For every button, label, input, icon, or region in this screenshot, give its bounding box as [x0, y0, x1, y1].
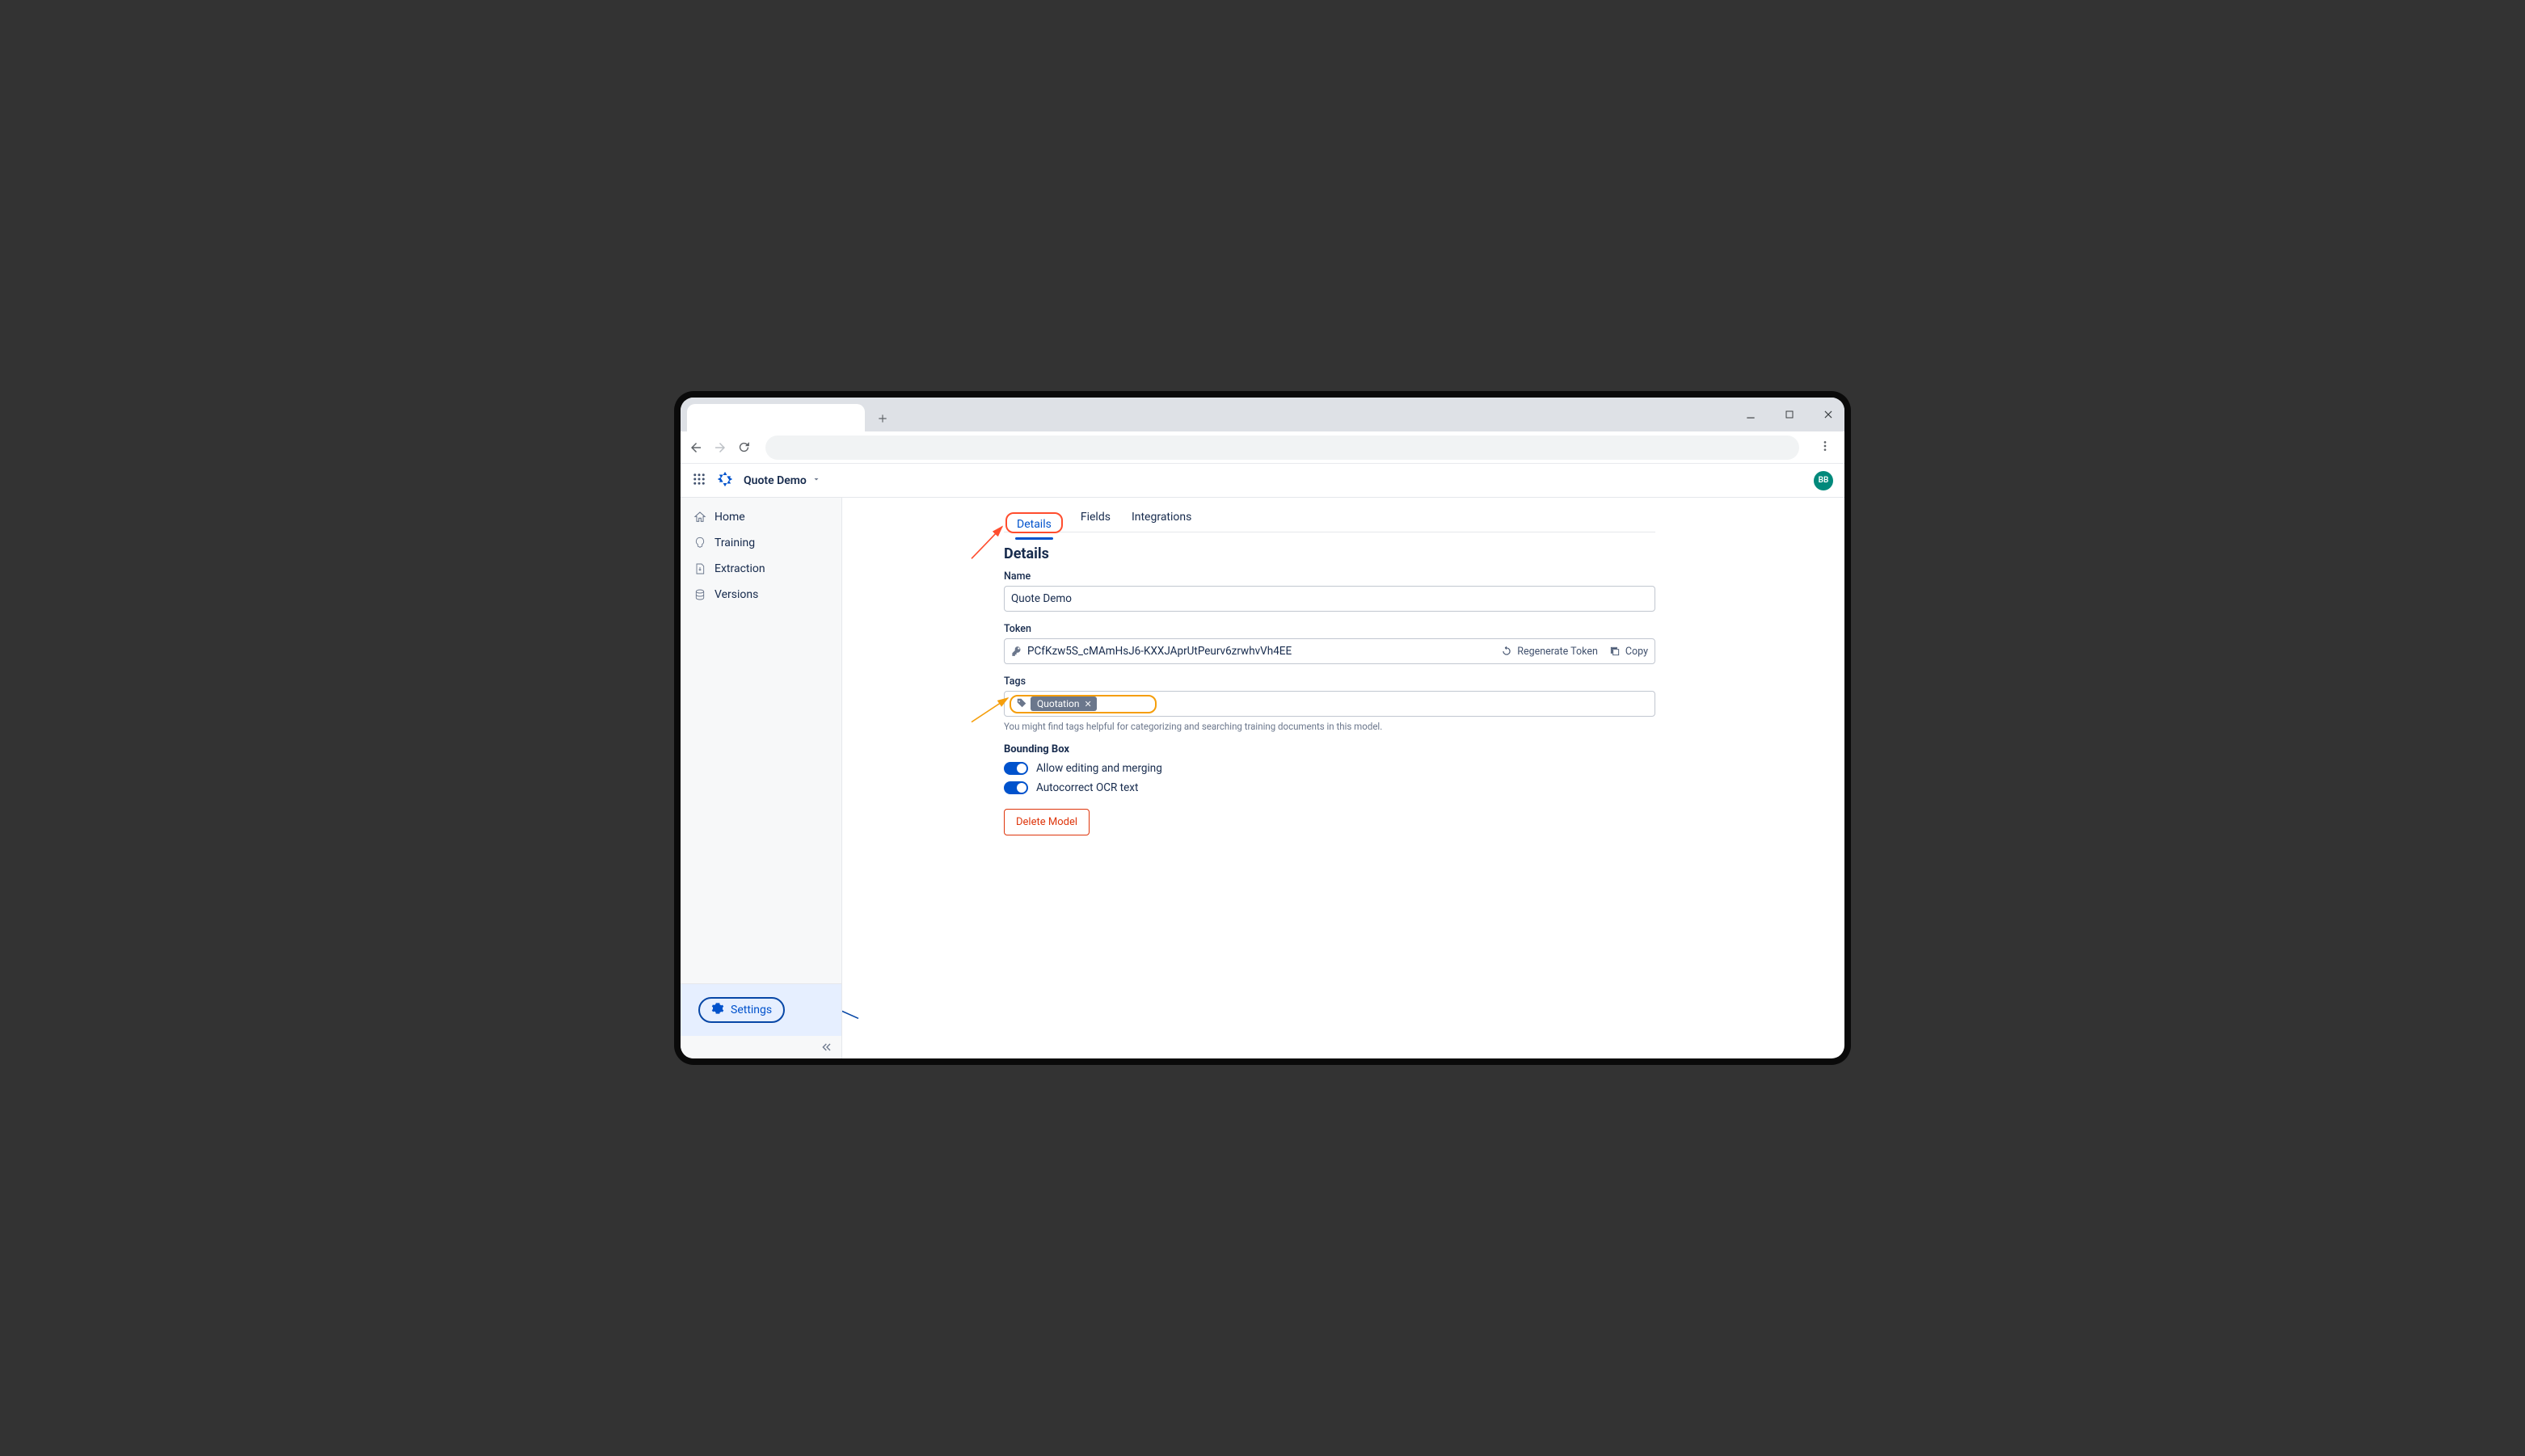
- versions-icon: [693, 588, 706, 601]
- key-icon: [1011, 646, 1022, 657]
- browser-navbar: [681, 431, 1844, 464]
- copy-icon: [1609, 646, 1621, 657]
- field-token: Token Regenerate Token: [1004, 623, 1655, 664]
- regenerate-token-label: Regenerate Token: [1517, 646, 1598, 658]
- window-minimize-button[interactable]: [1741, 409, 1760, 420]
- token-label: Token: [1004, 623, 1655, 635]
- nav-reload-button[interactable]: [737, 440, 751, 454]
- field-name: Name: [1004, 570, 1655, 612]
- field-tags: Tags Quotation ✕ Y: [1004, 675, 1655, 732]
- name-input[interactable]: [1011, 592, 1648, 605]
- browser-window: Quote Demo BB Home Training: [681, 398, 1844, 1058]
- sidebar-item-settings[interactable]: Settings: [681, 984, 841, 1036]
- copy-token-label: Copy: [1625, 646, 1648, 658]
- sidebar-nav: Home Training Extraction: [681, 498, 841, 614]
- browser-menu-button[interactable]: [1814, 440, 1836, 456]
- app-header: Quote Demo BB: [681, 464, 1844, 498]
- apps-grid-icon: [692, 472, 706, 486]
- tag-icon: [1013, 696, 1031, 712]
- nav-back-button[interactable]: [689, 440, 703, 455]
- reload-icon: [737, 440, 751, 454]
- arrow-left-icon: [689, 440, 703, 455]
- settings-highlight: Settings: [698, 997, 785, 1023]
- minimize-icon: [1745, 409, 1756, 420]
- token-input-wrap: Regenerate Token Copy: [1004, 638, 1655, 664]
- window-maximize-button[interactable]: [1780, 410, 1799, 419]
- collapse-icon: [820, 1041, 833, 1054]
- sidebar-item-home[interactable]: Home: [681, 504, 841, 530]
- project-switcher[interactable]: Quote Demo: [744, 474, 821, 487]
- chevron-down-icon: [811, 474, 821, 487]
- nav-forward-button[interactable]: [713, 440, 727, 455]
- app-switcher-button[interactable]: [692, 472, 706, 490]
- gear-icon: [711, 1002, 724, 1018]
- toggle-autocorrect-ocr-label: Autocorrect OCR text: [1036, 781, 1138, 794]
- toggle-ocr-row: Autocorrect OCR text: [1004, 781, 1655, 794]
- close-icon: [1823, 409, 1834, 420]
- tab-fields[interactable]: Fields: [1077, 503, 1114, 532]
- avatar[interactable]: BB: [1814, 471, 1833, 490]
- bounding-box-heading: Bounding Box: [1004, 743, 1655, 755]
- sidebar-item-label: Home: [715, 511, 745, 524]
- sidebar-item-label: Training: [715, 537, 755, 549]
- token-actions: Regenerate Token Copy: [1501, 646, 1648, 658]
- sidebar-item-training[interactable]: Training: [681, 530, 841, 556]
- tags-help-text: You might find tags helpful for categori…: [1004, 721, 1655, 732]
- tags-input-wrap[interactable]: Quotation ✕: [1004, 691, 1655, 717]
- training-icon: [693, 537, 706, 549]
- sidebar-collapse-button[interactable]: [681, 1036, 841, 1058]
- plus-icon: [877, 413, 888, 424]
- delete-model-button[interactable]: Delete Model: [1004, 809, 1090, 835]
- project-name: Quote Demo: [744, 474, 807, 487]
- new-tab-button[interactable]: [871, 407, 894, 430]
- arrow-right-icon: [713, 440, 727, 455]
- extraction-icon: [693, 562, 706, 575]
- refresh-icon: [1501, 646, 1512, 657]
- toggle-edit-row: Allow editing and merging: [1004, 762, 1655, 775]
- tab-details-label: Details: [1014, 510, 1055, 539]
- regenerate-token-button[interactable]: Regenerate Token: [1501, 646, 1598, 658]
- sidebar: Home Training Extraction: [681, 498, 842, 1058]
- tag-chip-label: Quotation: [1037, 698, 1079, 709]
- home-icon: [693, 511, 706, 524]
- tags-label: Tags: [1004, 675, 1655, 688]
- sidebar-item-label: Extraction: [715, 562, 765, 575]
- brand-logo[interactable]: [716, 470, 734, 491]
- toggle-autocorrect-ocr[interactable]: [1004, 781, 1028, 794]
- browser-tabstrip: [681, 398, 1844, 431]
- window-close-button[interactable]: [1819, 409, 1838, 420]
- window-controls: [1741, 398, 1838, 431]
- token-input[interactable]: [1027, 645, 1501, 658]
- kebab-icon: [1819, 440, 1832, 452]
- sidebar-item-versions[interactable]: Versions: [681, 582, 841, 608]
- settings-tabs: Details Fields Integrations: [1004, 503, 1655, 532]
- aperture-icon: [716, 470, 734, 488]
- sidebar-item-extraction[interactable]: Extraction: [681, 556, 841, 582]
- tag-chip[interactable]: Quotation ✕: [1031, 696, 1097, 711]
- name-input-wrap[interactable]: [1004, 586, 1655, 612]
- app-body: Home Training Extraction: [681, 498, 1844, 1058]
- tab-details[interactable]: Details: [1005, 512, 1063, 533]
- browser-tab[interactable]: [687, 404, 865, 431]
- copy-token-button[interactable]: Copy: [1609, 646, 1648, 658]
- sidebar-settings-label: Settings: [731, 1004, 772, 1016]
- tags-highlight: Quotation ✕: [1010, 695, 1157, 713]
- section-heading: Details: [1004, 545, 1655, 562]
- tag-remove-button[interactable]: ✕: [1084, 699, 1091, 709]
- sidebar-bottom: Settings: [681, 983, 841, 1058]
- name-label: Name: [1004, 570, 1655, 583]
- toggle-allow-editing[interactable]: [1004, 762, 1028, 775]
- address-bar[interactable]: [765, 436, 1799, 460]
- maximize-icon: [1785, 410, 1794, 419]
- toggle-allow-editing-label: Allow editing and merging: [1036, 762, 1162, 775]
- tab-integrations[interactable]: Integrations: [1128, 503, 1195, 532]
- sidebar-item-label: Versions: [715, 588, 758, 601]
- main-content: Details Fields Integrations Details Name…: [842, 498, 1844, 1058]
